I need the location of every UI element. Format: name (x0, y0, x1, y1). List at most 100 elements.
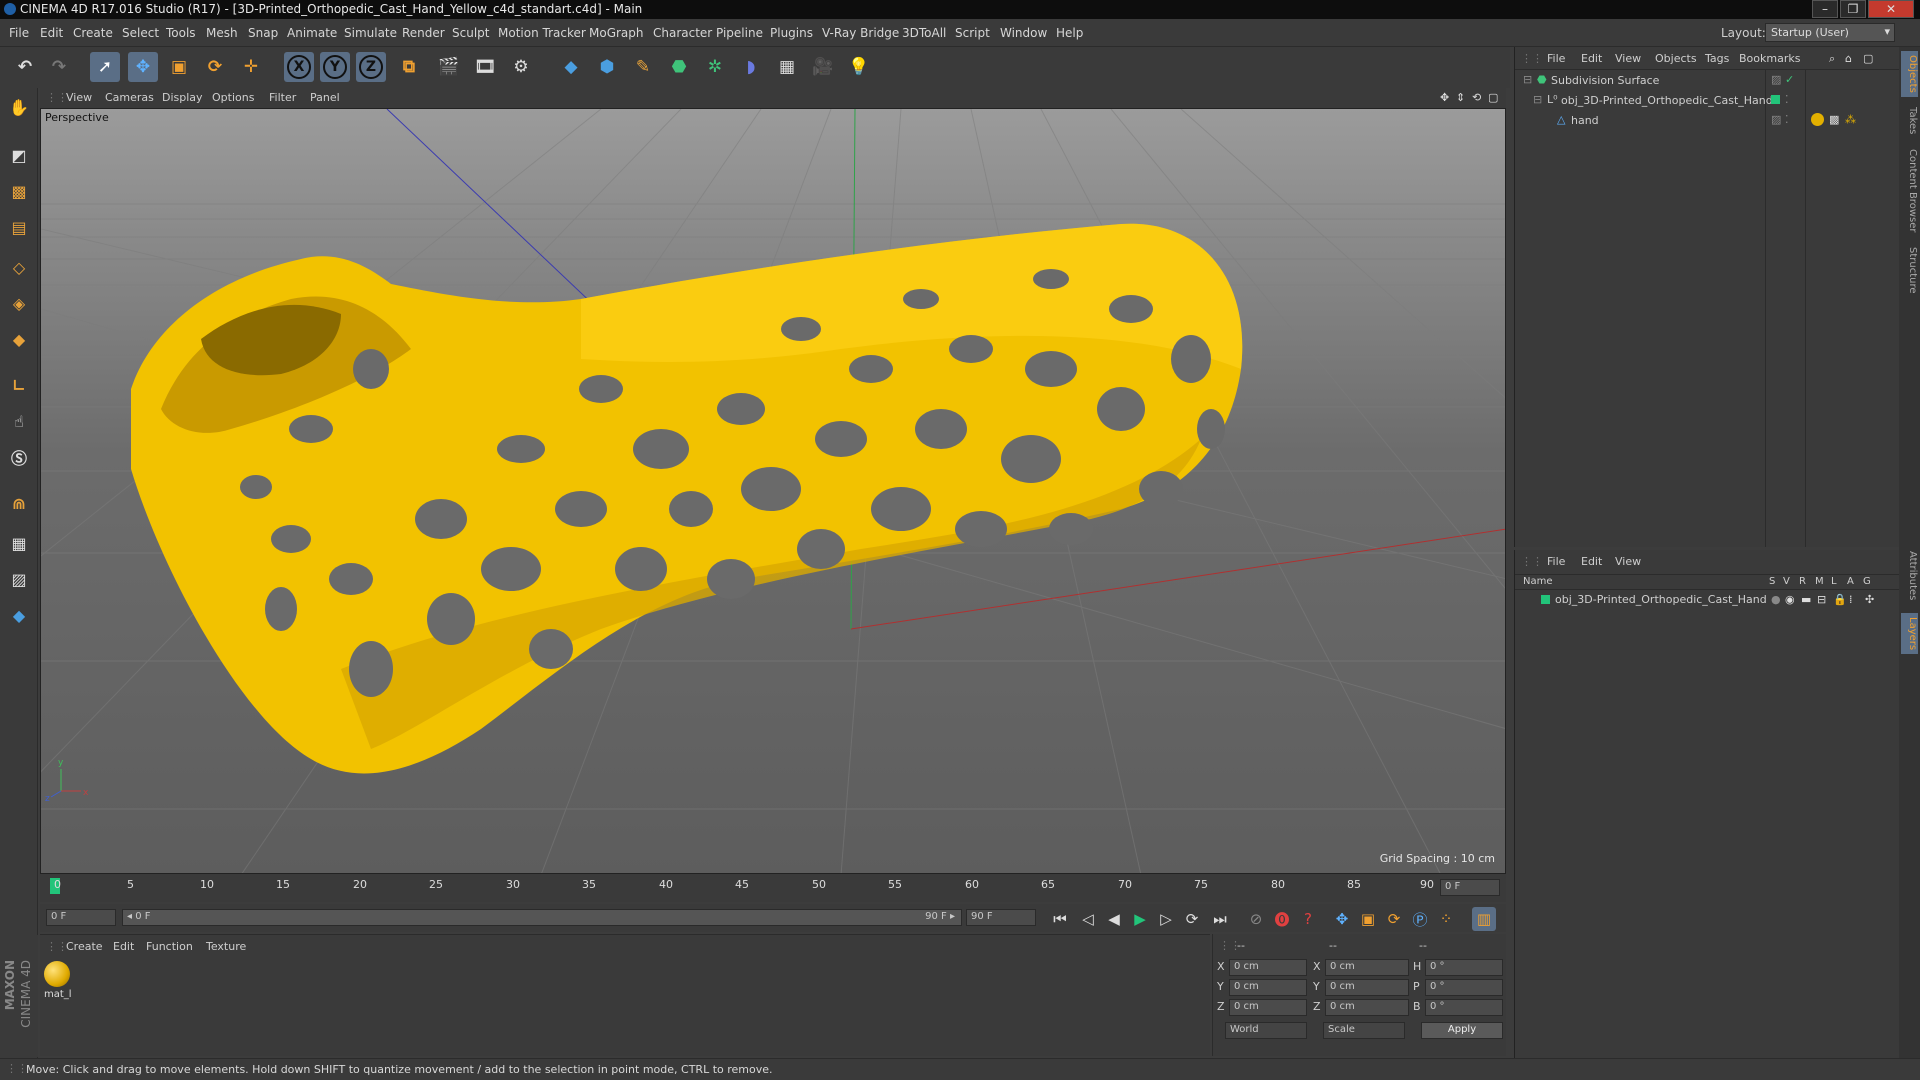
visibility-dots-icon[interactable]: ⁚ (1785, 93, 1789, 106)
tab-structure[interactable]: Structure (1901, 243, 1918, 298)
animation-icon[interactable]: ⁞ (1849, 593, 1853, 606)
prev-key-icon[interactable]: ◁ (1076, 907, 1100, 931)
menu-character[interactable]: Character (653, 26, 712, 40)
eye-icon[interactable]: ◉ (1785, 593, 1795, 606)
texture-tag-icon[interactable]: ▩ (1829, 113, 1839, 126)
undo-icon[interactable]: ↶ (10, 52, 40, 82)
polygons-mode-icon[interactable]: ◆ (4, 324, 34, 354)
render-view-icon[interactable]: 🎬 (434, 52, 464, 82)
select-pointer-icon[interactable]: ➚ (90, 52, 120, 82)
key-parameter-icon[interactable]: Ⓟ (1408, 907, 1432, 931)
menu-mograph[interactable]: MoGraph (589, 26, 644, 40)
rotation-h-field[interactable]: 0 ° (1425, 959, 1503, 976)
layout-select[interactable]: Startup (User) ▾ (1765, 23, 1895, 42)
lock-icon[interactable]: 🔒 (1833, 593, 1847, 606)
menu-simulate[interactable]: Simulate (344, 26, 397, 40)
size-mode-select[interactable]: Scale (1323, 1022, 1405, 1039)
perspective-viewport[interactable]: y z x Perspective Grid Spacing : 10 cm (40, 108, 1506, 874)
viewport-menu-view[interactable]: View (66, 91, 92, 104)
manager-icon[interactable]: ⊟ (1817, 593, 1826, 606)
tab-objects[interactable]: Objects (1901, 51, 1918, 97)
drag-handle-icon[interactable]: ⋮⋮ (46, 940, 68, 953)
menu-window[interactable]: Window (1000, 26, 1047, 40)
object-row[interactable]: ⊟ ⬣ Subdivision Surface ▨ ✓ (1515, 72, 1900, 89)
autokey-icon[interactable]: ? (1296, 907, 1320, 931)
render-icon[interactable]: ▬ (1801, 593, 1811, 606)
viewport-menu-cameras[interactable]: Cameras (105, 91, 154, 104)
viewport-menu-options[interactable]: Options (212, 91, 254, 104)
motion-path-icon[interactable]: ⊘ (1244, 907, 1268, 931)
new-window-icon[interactable]: ▢ (1863, 52, 1873, 65)
z-axis-lock-button[interactable]: Z (356, 52, 386, 82)
position-x-field[interactable]: 0 cm (1229, 959, 1307, 976)
position-y-field[interactable]: 0 cm (1229, 979, 1307, 996)
workplane-lock-icon[interactable]: ▦ (4, 528, 34, 558)
start-frame-field[interactable]: 0 F (46, 909, 116, 926)
timeline-window-icon[interactable]: ▥ (1472, 907, 1496, 931)
axis-mode-icon[interactable]: ∟ (4, 370, 34, 400)
tab-takes[interactable]: Takes (1901, 103, 1918, 138)
checkmark-icon[interactable]: ✓ (1785, 73, 1794, 86)
object-menu-file[interactable]: File (1547, 52, 1565, 65)
texture-mode-icon[interactable]: ▩ (4, 176, 34, 206)
viewport-rotate-icon[interactable]: ⟲ (1472, 91, 1481, 104)
material-menu-create[interactable]: Create (66, 940, 103, 953)
object-menu-tags[interactable]: Tags (1705, 52, 1729, 65)
current-frame-field[interactable]: 0 F (1440, 879, 1500, 896)
material-tag-icon[interactable] (1811, 113, 1824, 126)
magnet-icon[interactable]: ⋒ (4, 488, 34, 518)
search-icon[interactable]: ⌕ (1829, 52, 1835, 66)
key-scale-icon[interactable]: ▣ (1356, 907, 1380, 931)
cloner-icon[interactable]: ✲ (700, 52, 730, 82)
step-forward-icon[interactable]: ▷ (1154, 907, 1178, 931)
minimize-button[interactable]: – (1812, 0, 1838, 18)
visibility-dots-icon[interactable]: ⁚ (1785, 113, 1789, 126)
end-frame-field[interactable]: 90 F (966, 909, 1036, 926)
close-button[interactable]: ✕ (1868, 0, 1914, 18)
orthopedic-cast-model[interactable] (131, 223, 1243, 774)
menu-motion-tracker[interactable]: Motion Tracker (498, 26, 586, 40)
layer-menu-file[interactable]: File (1547, 555, 1565, 568)
play-icon[interactable]: ▶ (1128, 907, 1152, 931)
collapse-icon[interactable]: ⊟ (1533, 93, 1542, 106)
apply-button[interactable]: Apply (1421, 1022, 1503, 1039)
redo-icon[interactable]: ↷ (44, 52, 74, 82)
tab-content-browser[interactable]: Content Browser (1901, 145, 1918, 236)
python-script-icon[interactable]: ◆ (4, 600, 34, 630)
menu-create[interactable]: Create (73, 26, 113, 40)
home-icon[interactable]: ⌂ (1845, 52, 1852, 65)
python-icon[interactable]: ◆ (556, 52, 586, 82)
camera-icon[interactable]: 🎥 (808, 52, 838, 82)
x-axis-lock-button[interactable]: X (284, 52, 314, 82)
layer-row[interactable]: obj_3D-Printed_Orthopedic_Cast_Hand ● ◉ … (1515, 592, 1900, 608)
layer-menu-view[interactable]: View (1615, 555, 1641, 568)
menu-edit[interactable]: Edit (40, 26, 63, 40)
drag-handle-icon[interactable]: ⋮⋮ (46, 91, 68, 104)
solo-icon[interactable]: ● (1771, 593, 1781, 606)
layer-visibility-icon[interactable]: ▨ (1771, 113, 1781, 126)
object-menu-bookmarks[interactable]: Bookmarks (1739, 52, 1800, 65)
live-selection-icon[interactable]: ✛ (236, 52, 266, 82)
light-icon[interactable]: 💡 (844, 52, 874, 82)
menu-script[interactable]: Script (955, 26, 990, 40)
points-mode-icon[interactable]: ◇ (4, 252, 34, 282)
render-picture-viewer-icon[interactable]: 🎞 (470, 52, 500, 82)
viewport-menu-filter[interactable]: Filter (269, 91, 296, 104)
goto-start-icon[interactable]: ⏮ (1048, 907, 1072, 931)
render-settings-icon[interactable]: ⚙ (506, 52, 536, 82)
subdivision-surface-icon[interactable]: ⬣ (664, 52, 694, 82)
record-key-icon[interactable]: ⓿ (1270, 907, 1294, 931)
viewport-menu-display[interactable]: Display (162, 91, 203, 104)
menu-file[interactable]: File (9, 26, 29, 40)
viewport-maximize-icon[interactable]: ▢ (1488, 91, 1498, 104)
menu-pipeline[interactable]: Pipeline (716, 26, 763, 40)
preview-range-slider[interactable]: ◂ 0 F 90 F ▸ (122, 909, 962, 926)
material-menu-edit[interactable]: Edit (113, 940, 134, 953)
size-x-field[interactable]: 0 cm (1325, 959, 1409, 976)
object-menu-view[interactable]: View (1615, 52, 1641, 65)
material-swatch[interactable]: mat_l (44, 961, 72, 1001)
collapse-icon[interactable]: ⊟ (1523, 73, 1532, 86)
cube-primitive-icon[interactable]: ⬢ (592, 52, 622, 82)
menu-render[interactable]: Render (402, 26, 445, 40)
layer-visibility-icon[interactable]: ▨ (1771, 73, 1781, 86)
